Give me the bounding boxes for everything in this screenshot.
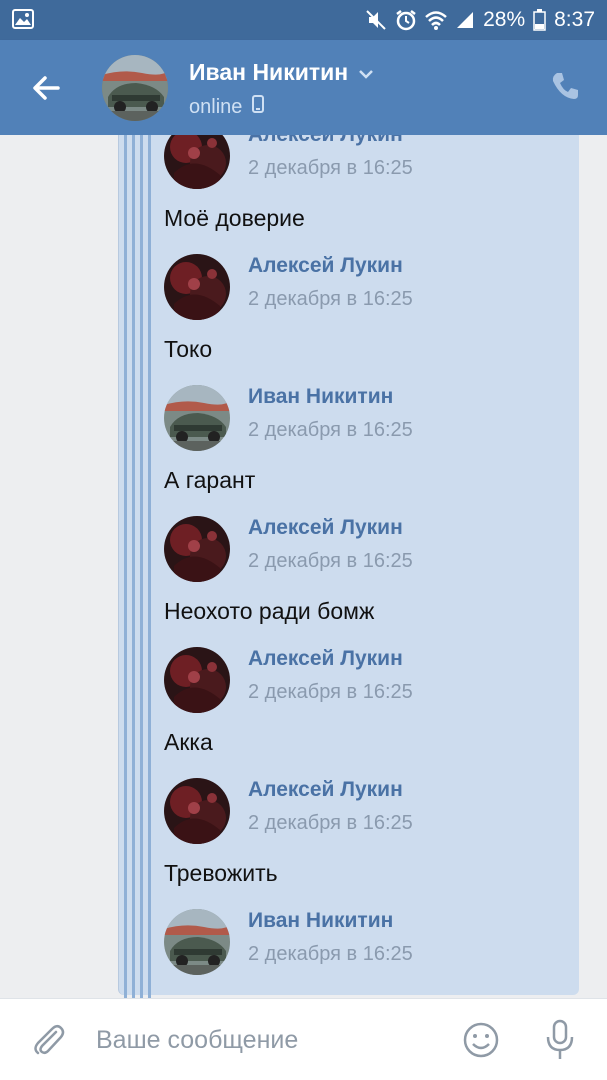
- phone-icon[interactable]: [549, 70, 581, 102]
- message-date: 2 декабря в 16:25: [248, 550, 413, 572]
- message-date: 2 декабря в 16:25: [248, 157, 413, 179]
- avatar[interactable]: [164, 516, 230, 582]
- paperclip-icon[interactable]: [30, 1022, 66, 1058]
- image-icon: [12, 9, 34, 29]
- chevron-down-icon[interactable]: [358, 59, 374, 86]
- mobile-icon: [252, 95, 265, 119]
- message-text: А гарант: [164, 467, 256, 493]
- wifi-icon: [425, 10, 447, 30]
- forwarded-author[interactable]: Иван Никитин 2 декабря в 16:25: [164, 385, 574, 451]
- mic-icon[interactable]: [542, 1019, 578, 1061]
- author-name[interactable]: Алексей Лукин: [248, 135, 403, 147]
- contact-name-text: Иван Никитин: [189, 59, 349, 85]
- avatar[interactable]: [164, 647, 230, 713]
- composer: [0, 998, 607, 1080]
- avatar[interactable]: [164, 909, 230, 975]
- avatar[interactable]: [164, 385, 230, 451]
- message-text: Токо: [164, 336, 213, 362]
- message-date: 2 декабря в 16:25: [248, 419, 413, 441]
- author-name[interactable]: Алексей Лукин: [248, 778, 403, 802]
- message-date: 2 декабря в 16:25: [248, 681, 413, 703]
- mute-icon: [365, 9, 387, 31]
- battery-icon: [533, 9, 546, 31]
- contact-name[interactable]: Иван Никитин: [189, 59, 374, 86]
- message-input[interactable]: [96, 1019, 436, 1061]
- message-text: Неохото ради бомж: [164, 598, 375, 624]
- message-date: 2 декабря в 16:25: [248, 288, 413, 310]
- forwarded-author[interactable]: Алексей Лукин 2 декабря в 16:25: [164, 254, 574, 320]
- forwarded-author[interactable]: Алексей Лукин 2 декабря в 16:25: [164, 778, 574, 844]
- message-date: 2 декабря в 16:25: [248, 943, 413, 965]
- message-text: Тревожить: [164, 860, 278, 886]
- status-bar: 28% 8:37: [0, 0, 607, 40]
- header-avatar[interactable]: [102, 55, 168, 121]
- author-name[interactable]: Алексей Лукин: [248, 647, 403, 671]
- author-name[interactable]: Иван Никитин: [248, 909, 393, 933]
- author-name[interactable]: Алексей Лукин: [248, 254, 403, 278]
- forwarded-author[interactable]: Алексей Лукин 2 декабря в 16:25: [164, 647, 574, 713]
- signal-icon: [455, 10, 475, 30]
- message-date: 2 декабря в 16:25: [248, 812, 413, 834]
- battery-text: 28%: [483, 8, 526, 31]
- status-text: online: [189, 95, 243, 118]
- message-text: Моё доверие: [164, 205, 305, 231]
- forward-indicator: [124, 135, 154, 998]
- contact-status: online: [189, 95, 265, 119]
- chat-header: Иван Никитин online: [0, 40, 607, 135]
- alarm-icon: [395, 9, 417, 31]
- forwarded-author[interactable]: Алексей Лукин 2 декабря в 16:25: [164, 135, 574, 189]
- avatar[interactable]: [164, 254, 230, 320]
- message-text: Акка: [164, 729, 213, 755]
- author-name[interactable]: Иван Никитин: [248, 385, 393, 409]
- back-arrow-icon[interactable]: [30, 72, 62, 104]
- avatar[interactable]: [164, 778, 230, 844]
- forwarded-author[interactable]: Иван Никитин 2 декабря в 16:25: [164, 909, 574, 975]
- clock-time: 8:37: [554, 8, 595, 31]
- message-list[interactable]: Алексей Лукин 2 декабря в 16:25 Моё довери…: [0, 135, 607, 998]
- author-name[interactable]: Алексей Лукин: [248, 516, 403, 540]
- forwarded-author[interactable]: Алексей Лукин 2 декабря в 16:25: [164, 516, 574, 582]
- emoji-icon[interactable]: [462, 1021, 500, 1059]
- avatar[interactable]: [164, 135, 230, 189]
